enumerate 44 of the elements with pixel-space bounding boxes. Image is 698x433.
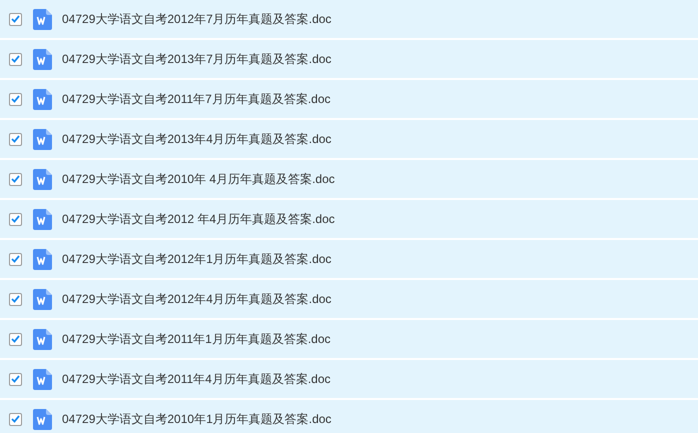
word-document-icon bbox=[33, 328, 52, 350]
word-document-icon bbox=[33, 8, 52, 30]
checkbox[interactable] bbox=[9, 292, 22, 306]
checkbox[interactable] bbox=[9, 132, 22, 146]
word-document-icon bbox=[33, 368, 52, 390]
checkbox[interactable] bbox=[9, 92, 22, 106]
checkmark-icon bbox=[11, 255, 20, 263]
word-document-icon bbox=[33, 408, 52, 430]
checkbox[interactable] bbox=[9, 52, 22, 66]
file-name[interactable]: 04729大学语文自考2010年1月历年真题及答案.doc bbox=[62, 410, 332, 428]
checkmark-icon bbox=[11, 175, 20, 183]
file-name[interactable]: 04729大学语文自考2012年7月历年真题及答案.doc bbox=[62, 10, 332, 28]
file-name[interactable]: 04729大学语文自考2012年4月历年真题及答案.doc bbox=[62, 290, 332, 308]
checkmark-icon bbox=[11, 135, 20, 143]
checkmark-icon bbox=[11, 335, 20, 343]
checkbox[interactable] bbox=[9, 252, 22, 266]
file-name[interactable]: 04729大学语文自考2013年4月历年真题及答案.doc bbox=[62, 130, 332, 148]
checkbox[interactable] bbox=[9, 172, 22, 186]
checkbox[interactable] bbox=[9, 412, 22, 426]
checkbox[interactable] bbox=[9, 332, 22, 346]
checkmark-icon bbox=[11, 375, 20, 383]
word-document-icon bbox=[33, 168, 52, 190]
word-document-icon bbox=[33, 248, 52, 270]
word-document-icon bbox=[33, 288, 52, 310]
word-document-icon bbox=[33, 88, 52, 110]
checkmark-icon bbox=[11, 415, 20, 423]
word-document-icon bbox=[33, 48, 52, 70]
file-name[interactable]: 04729大学语文自考2013年7月历年真题及答案.doc bbox=[62, 50, 332, 68]
checkbox[interactable] bbox=[9, 372, 22, 386]
checkmark-icon bbox=[11, 55, 20, 63]
checkbox[interactable] bbox=[9, 212, 22, 226]
checkbox[interactable] bbox=[9, 12, 22, 26]
word-document-icon bbox=[33, 128, 52, 150]
file-name[interactable]: 04729大学语文自考2011年1月历年真题及答案.doc bbox=[62, 330, 331, 348]
file-name[interactable]: 04729大学语文自考2012 年4月历年真题及答案.doc bbox=[62, 210, 335, 228]
file-name[interactable]: 04729大学语文自考2012年1月历年真题及答案.doc bbox=[62, 250, 332, 268]
checkmark-icon bbox=[11, 215, 20, 223]
file-name[interactable]: 04729大学语文自考2011年4月历年真题及答案.doc bbox=[62, 370, 331, 388]
checkmark-icon bbox=[11, 15, 20, 23]
file-name[interactable]: 04729大学语文自考2010年 4月历年真题及答案.doc bbox=[62, 170, 335, 188]
file-name[interactable]: 04729大学语文自考2011年7月历年真题及答案.doc bbox=[62, 90, 331, 108]
checkmark-icon bbox=[11, 295, 20, 303]
word-document-icon bbox=[33, 208, 52, 230]
checkmark-icon bbox=[11, 95, 20, 103]
